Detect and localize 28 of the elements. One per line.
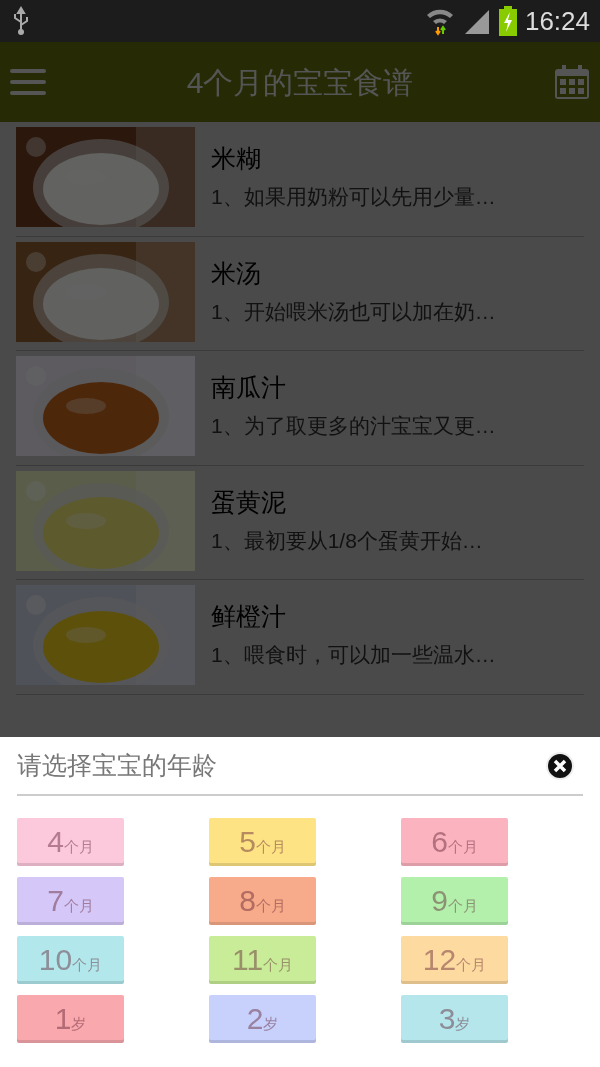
battery-icon — [498, 6, 517, 36]
recipe-title[interactable]: 米糊 — [211, 143, 261, 173]
age-button[interactable]: 8个月 — [209, 877, 316, 925]
age-button[interactable]: 10个月 — [17, 936, 124, 984]
age-button[interactable]: 9个月 — [401, 877, 508, 925]
menu-icon[interactable] — [10, 67, 46, 97]
age-button[interactable]: 2岁 — [209, 995, 316, 1043]
age-button[interactable]: 4个月 — [17, 818, 124, 866]
age-button[interactable]: 1岁 — [17, 995, 124, 1043]
age-button[interactable]: 3岁 — [401, 995, 508, 1043]
recipe-title[interactable]: 鲜橙汁 — [211, 601, 286, 631]
recipe-title[interactable]: 南瓜汁 — [211, 372, 286, 402]
recipe-summary: 1、如果用奶粉可以先用少量… — [211, 184, 496, 210]
age-button[interactable]: 7个月 — [17, 877, 124, 925]
recipe-summary: 1、开始喂米汤也可以加在奶… — [211, 298, 496, 325]
close-icon[interactable] — [545, 750, 575, 781]
recipe-summary: 1、为了取更多的汁宝宝又更… — [211, 413, 496, 439]
age-button[interactable]: 11个月 — [209, 936, 316, 984]
calendar-icon[interactable] — [554, 64, 590, 100]
age-button[interactable]: 6个月 — [401, 818, 508, 866]
recipe-summary: 1、最初要从1/8个蛋黄开始… — [211, 527, 483, 554]
recipe-title[interactable]: 米汤 — [211, 257, 261, 288]
recipe-title[interactable]: 蛋黄泥 — [211, 486, 286, 517]
age-button[interactable]: 12个月 — [401, 936, 508, 984]
sheet-title: 请选择宝宝的年龄 — [17, 749, 217, 781]
page-title: 4个月的宝宝食谱 — [185, 64, 415, 101]
clock-time: 16:24 — [524, 4, 590, 38]
age-button[interactable]: 5个月 — [209, 818, 316, 866]
